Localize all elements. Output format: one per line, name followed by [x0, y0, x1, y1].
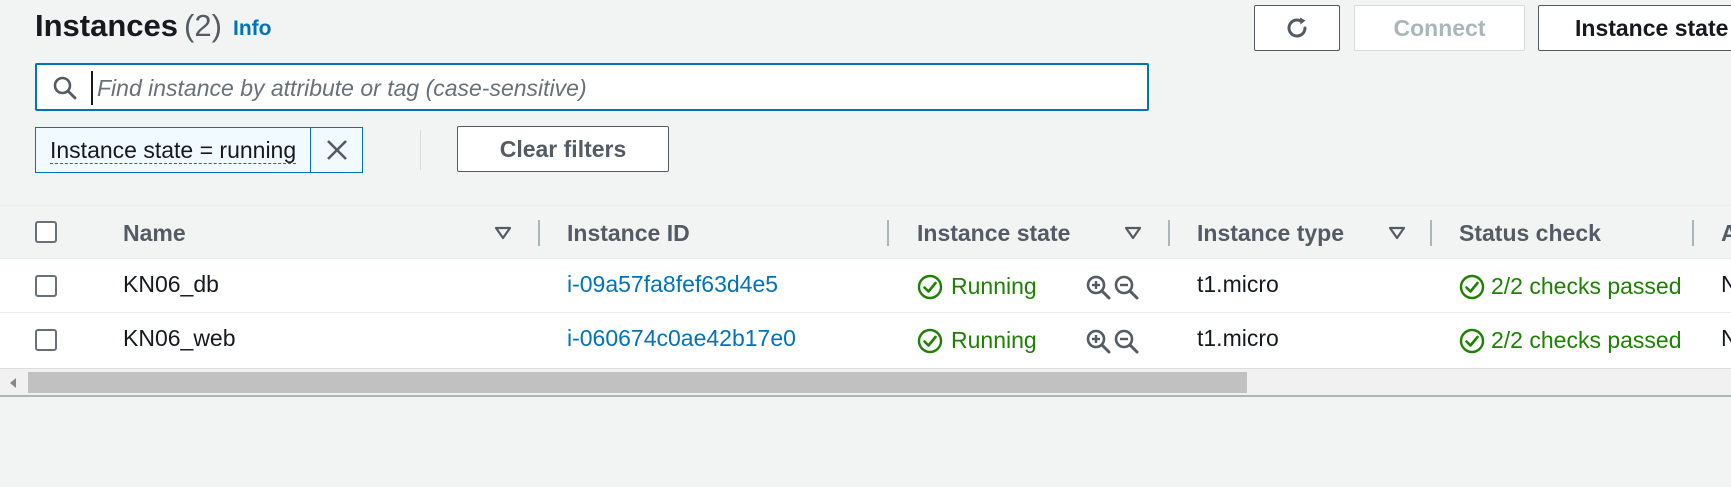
zoom-in-icon[interactable]: [1085, 328, 1111, 354]
instance-state-button[interactable]: Instance state: [1538, 5, 1731, 51]
instance-id-link[interactable]: i-09a57fa8fef63d4e5: [567, 271, 778, 298]
table-row[interactable]: KN06_db i-09a57fa8fef63d4e5 Running t1.m…: [0, 258, 1731, 313]
check-circle-icon: [917, 328, 943, 353]
refresh-icon: [1287, 17, 1307, 38]
zoom-out-icon[interactable]: [1113, 274, 1139, 300]
search-icon: [53, 76, 77, 100]
status-check-text: 2/2 checks passed: [1491, 273, 1682, 299]
search-box[interactable]: [35, 63, 1149, 111]
check-circle-icon: [917, 274, 943, 299]
sort-down-icon[interactable]: [1388, 226, 1406, 240]
instances-header-area: Instances (2) Info Connect Instance state…: [0, 0, 1731, 205]
horizontal-scrollbar[interactable]: [0, 368, 1731, 396]
filter-token: Instance state = running: [35, 127, 364, 173]
column-header-instance-id[interactable]: Instance ID: [567, 220, 690, 247]
sort-down-icon[interactable]: [1124, 226, 1142, 240]
instance-type: t1.micro: [1197, 271, 1279, 297]
row-checkbox[interactable]: [35, 329, 57, 351]
next-column-cell: N: [1721, 271, 1731, 297]
zoom-in-icon[interactable]: [1085, 274, 1111, 300]
page-title: Instances (2): [35, 8, 222, 44]
column-resizer[interactable]: [1692, 220, 1694, 246]
close-icon: [326, 140, 347, 160]
search-input[interactable]: [91, 71, 1139, 105]
filter-token-label[interactable]: Instance state = running: [36, 128, 310, 172]
check-circle-icon: [1459, 328, 1485, 353]
zoom-out-icon[interactable]: [1113, 328, 1139, 354]
select-all-checkbox[interactable]: [35, 221, 57, 243]
table-header: Name Instance ID Instance state Instance…: [0, 206, 1731, 258]
column-header-status-check[interactable]: Status check: [1459, 220, 1601, 247]
instance-name: KN06_web: [123, 325, 236, 351]
page-title-text: Instances: [35, 8, 179, 43]
clear-filters-button[interactable]: Clear filters: [457, 126, 669, 172]
scrollbar-thumb[interactable]: [28, 372, 1247, 393]
instance-state-text: Running: [951, 327, 1037, 353]
sort-down-icon[interactable]: [494, 226, 512, 240]
instance-state-text: Running: [951, 273, 1037, 299]
status-check: 2/2 checks passed: [1459, 327, 1695, 354]
instance-name: KN06_db: [123, 271, 219, 297]
column-header-next[interactable]: A: [1721, 220, 1731, 247]
column-header-name[interactable]: Name: [123, 220, 186, 247]
column-resizer[interactable]: [1430, 220, 1432, 246]
instance-count: (2): [184, 8, 222, 43]
column-header-instance-type[interactable]: Instance type: [1197, 220, 1344, 247]
instance-state-status: Running: [917, 327, 1037, 354]
divider: [420, 130, 421, 170]
column-resizer[interactable]: [1168, 220, 1170, 246]
row-checkbox[interactable]: [35, 275, 57, 297]
table-row[interactable]: KN06_web i-060674c0ae42b17e0 Running t1.…: [0, 312, 1731, 367]
check-circle-icon: [1459, 274, 1485, 299]
next-column-cell: N: [1721, 325, 1731, 351]
column-resizer[interactable]: [887, 220, 889, 246]
info-link[interactable]: Info: [233, 17, 271, 41]
column-resizer[interactable]: [538, 220, 540, 246]
refresh-button[interactable]: [1254, 5, 1340, 51]
details-pane: [0, 397, 1731, 487]
instance-type: t1.micro: [1197, 325, 1279, 351]
remove-filter-button[interactable]: [310, 128, 362, 172]
instance-state-status: Running: [917, 273, 1037, 300]
column-header-instance-state[interactable]: Instance state: [917, 220, 1070, 247]
status-check: 2/2 checks passed: [1459, 273, 1695, 300]
connect-button[interactable]: Connect: [1354, 5, 1525, 51]
status-check-text: 2/2 checks passed: [1491, 327, 1682, 353]
instance-id-link[interactable]: i-060674c0ae42b17e0: [567, 325, 796, 352]
scroll-left-arrow-icon[interactable]: [8, 377, 18, 389]
